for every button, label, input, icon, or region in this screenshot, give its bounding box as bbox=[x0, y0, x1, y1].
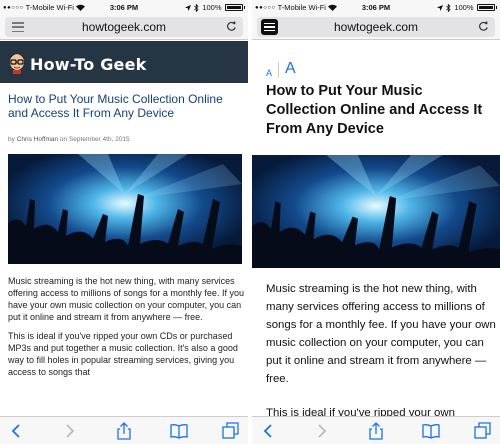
tabs-icon[interactable] bbox=[222, 422, 240, 440]
bluetooth-icon bbox=[194, 3, 199, 12]
address-bar: howtogeek.com bbox=[0, 14, 248, 40]
phone-normal-view: ●●○○○ T-Mobile Wi-Fi 3:06 PM 100% howtog… bbox=[0, 0, 248, 444]
concert-photo bbox=[8, 154, 242, 264]
forward-icon[interactable] bbox=[60, 422, 78, 440]
bottom-toolbar bbox=[0, 416, 248, 444]
site-header: How-To Geek bbox=[0, 41, 248, 83]
battery-icon bbox=[224, 4, 243, 11]
battery-percent: 100% bbox=[454, 3, 474, 12]
geek-mascot-icon[interactable] bbox=[8, 52, 26, 74]
font-controls-divider bbox=[278, 62, 280, 78]
reload-icon[interactable] bbox=[478, 21, 489, 32]
byline: by Chris Hoffman on September 4th, 2015 bbox=[8, 136, 130, 143]
back-icon[interactable] bbox=[8, 422, 26, 440]
reader-paragraph-1: Music streaming is the hot new thing, wi… bbox=[266, 283, 496, 385]
author-link[interactable]: Chris Hoffman bbox=[17, 136, 58, 143]
location-icon bbox=[437, 4, 444, 11]
site-logo[interactable]: How-To Geek bbox=[30, 55, 146, 74]
battery-percent: 100% bbox=[202, 3, 222, 12]
bookmarks-icon[interactable] bbox=[422, 422, 440, 440]
reader-article-title: How to Put Your Music Collection Online … bbox=[266, 83, 483, 137]
concert-photo bbox=[252, 155, 500, 268]
reader-font-controls: A A bbox=[266, 60, 296, 78]
article-paragraph-2: This is ideal if you've ripped your own … bbox=[8, 331, 238, 377]
bookmarks-icon[interactable] bbox=[170, 422, 188, 440]
location-icon bbox=[185, 4, 192, 11]
share-icon[interactable] bbox=[115, 422, 133, 440]
url-text[interactable]: howtogeek.com bbox=[257, 20, 495, 34]
bluetooth-icon bbox=[446, 3, 451, 12]
article-title[interactable]: How to Put Your Music Collection Online … bbox=[8, 92, 244, 120]
address-bar: howtogeek.com bbox=[252, 14, 500, 40]
tabs-icon[interactable] bbox=[474, 422, 492, 440]
url-text[interactable]: howtogeek.com bbox=[5, 20, 243, 34]
phone-reader-view: ●●○○○ T-Mobile Wi-Fi 3:06 PM 100% howtog… bbox=[252, 0, 500, 444]
byline-date: on September 4th, 2015 bbox=[59, 136, 130, 143]
reload-icon[interactable] bbox=[226, 21, 237, 32]
article-paragraph-1: Music streaming is the hot new thing, wi… bbox=[8, 276, 244, 322]
status-bar: ●●○○○ T-Mobile Wi-Fi 3:06 PM 100% bbox=[0, 0, 248, 14]
url-field[interactable]: howtogeek.com bbox=[5, 17, 243, 37]
url-field[interactable]: howtogeek.com bbox=[257, 17, 495, 37]
status-bar: ●●○○○ T-Mobile Wi-Fi 3:06 PM 100% bbox=[252, 0, 500, 14]
bottom-toolbar bbox=[252, 416, 500, 444]
increase-font-button[interactable]: A bbox=[285, 60, 296, 78]
byline-prefix: by bbox=[8, 136, 15, 143]
forward-icon[interactable] bbox=[312, 422, 330, 440]
battery-icon bbox=[476, 4, 495, 11]
back-icon[interactable] bbox=[260, 422, 278, 440]
share-icon[interactable] bbox=[367, 422, 385, 440]
decrease-font-button[interactable]: A bbox=[266, 68, 272, 78]
